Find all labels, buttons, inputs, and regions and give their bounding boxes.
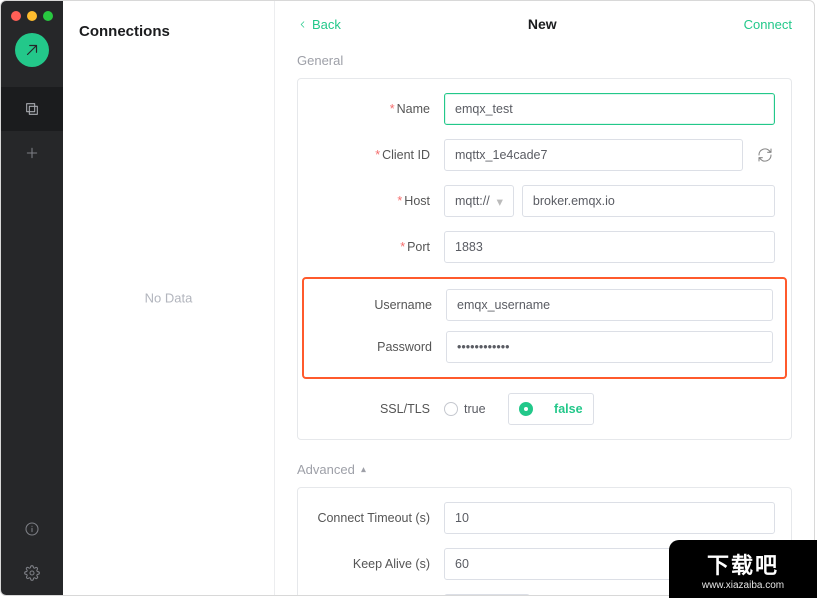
name-field[interactable] [444, 93, 775, 125]
sidebar: Connections No Data [63, 1, 275, 595]
back-label: Back [312, 17, 341, 32]
nav-connections[interactable] [1, 87, 63, 131]
mac-traffic-lights [11, 11, 53, 21]
label-port: Port [407, 240, 430, 254]
section-general: *Name *Client ID *Host [297, 78, 792, 440]
section-general-header: General [297, 53, 792, 68]
credentials-highlight: Username Password [302, 277, 787, 379]
scheme-value: mqtt:// [455, 194, 490, 208]
ssl-true[interactable]: true [444, 402, 486, 416]
ssl-false[interactable]: false [508, 393, 594, 425]
connect-button[interactable]: Connect [744, 17, 792, 32]
zoom-dot[interactable] [43, 11, 53, 21]
page-title: New [528, 16, 557, 32]
password-field[interactable] [446, 331, 773, 363]
refresh-clientid-button[interactable] [755, 144, 775, 166]
section-advanced-header[interactable]: Advanced▾ [297, 462, 792, 477]
chevron-down-icon: ▾ [497, 194, 503, 209]
nav-about[interactable] [1, 507, 63, 551]
nav-new[interactable] [1, 131, 63, 175]
close-dot[interactable] [11, 11, 21, 21]
sidebar-title: Connections [63, 1, 274, 52]
scheme-select[interactable]: mqtt:// ▾ [444, 185, 514, 217]
label-username: Username [374, 298, 432, 312]
topbar: Back New Connect [275, 1, 814, 47]
app-logo [15, 33, 49, 67]
nav-settings[interactable] [1, 551, 63, 595]
chevron-up-icon: ▾ [361, 464, 366, 475]
ssl-radio-group: true false [444, 393, 594, 425]
back-button[interactable]: Back [297, 17, 341, 32]
label-conn-timeout: Connect Timeout (s) [317, 511, 430, 525]
label-keep-alive: Keep Alive (s) [353, 557, 430, 571]
host-field[interactable] [522, 185, 775, 217]
left-rail [1, 1, 63, 595]
keep-alive-field[interactable] [444, 548, 775, 580]
username-field[interactable] [446, 289, 773, 321]
label-ssl: SSL/TLS [380, 402, 430, 416]
label-clientid: Client ID [382, 148, 430, 162]
main-panel: Back New Connect General *Name *Client I… [275, 1, 814, 595]
label-name: Name [397, 102, 430, 116]
port-field[interactable] [444, 231, 775, 263]
label-password: Password [377, 340, 432, 354]
sidebar-empty: No Data [63, 291, 274, 306]
clean-radio-group: true false [444, 594, 598, 595]
clientid-field[interactable] [444, 139, 743, 171]
section-advanced: Connect Timeout (s) Keep Alive (s) Clean… [297, 487, 792, 595]
connect-timeout-field[interactable] [444, 502, 775, 534]
label-host: Host [404, 194, 430, 208]
clean-true[interactable]: true [444, 594, 530, 595]
minimize-dot[interactable] [27, 11, 37, 21]
